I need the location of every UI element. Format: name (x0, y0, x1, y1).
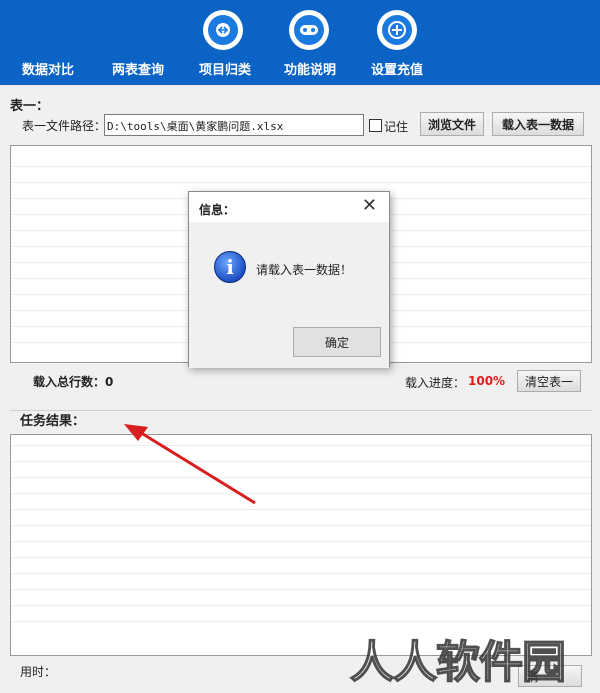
watermark: 人人软件园 (349, 636, 567, 689)
ok-button[interactable]: 确定 (293, 327, 381, 357)
dialog-header: 信息： ✕ (189, 192, 389, 222)
info-icon: i (214, 251, 246, 283)
dialog-message: 请载入表一数据！ (256, 263, 353, 277)
info-dialog: 信息： ✕ i 请载入表一数据！ 确定 (188, 191, 390, 368)
close-icon[interactable]: ✕ (362, 195, 377, 216)
dialog-title: 信息： (199, 203, 236, 217)
